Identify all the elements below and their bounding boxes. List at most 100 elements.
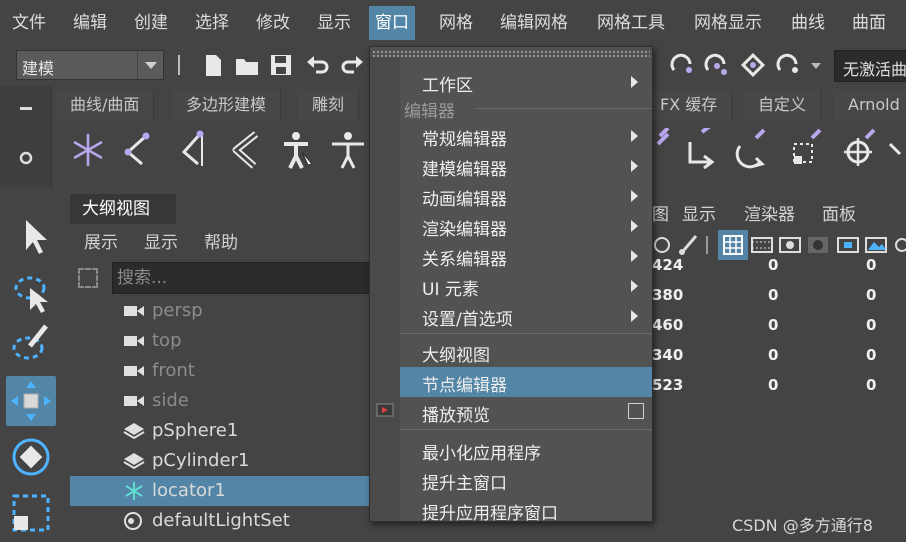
chevron-down-icon[interactable] <box>808 52 824 78</box>
point-constraint-icon[interactable] <box>680 128 724 172</box>
outliner-row-top[interactable]: top <box>70 326 370 356</box>
snap-view-icon[interactable] <box>740 52 766 78</box>
ik-handle-icon[interactable] <box>172 128 216 172</box>
menu-modify[interactable]: 修改 <box>256 6 290 40</box>
film-gate-icon[interactable] <box>750 234 774 256</box>
skeleton-t-icon[interactable] <box>326 128 366 172</box>
section-divider <box>476 108 652 109</box>
panel-menu-display[interactable]: 显示 <box>682 200 716 225</box>
snap-live-icon[interactable] <box>776 52 802 78</box>
menu-item-label: 最小化应用程序 <box>422 444 541 464</box>
outliner-tab[interactable]: 大纲视图 <box>70 194 176 224</box>
menu-edit-mesh[interactable]: 编辑网格 <box>500 6 568 40</box>
tear-off-handle[interactable] <box>372 50 650 58</box>
brush-icon[interactable] <box>676 234 698 256</box>
menu-surfaces[interactable]: 曲面 <box>852 6 886 40</box>
aim-constraint-icon[interactable] <box>840 128 884 172</box>
shelf-tab-poly-modeling[interactable]: 多边形建模 <box>172 90 282 120</box>
save-icon[interactable] <box>268 52 294 78</box>
outliner-search[interactable] <box>112 262 370 294</box>
menu-edit[interactable]: 编辑 <box>73 6 107 40</box>
shelf-tab-arnold[interactable]: Arnold <box>834 90 906 120</box>
menu-item-rendering-editors[interactable]: 渲染编辑器 <box>400 211 652 241</box>
panel-menu-panels[interactable]: 面板 <box>822 200 856 225</box>
undo-icon[interactable] <box>304 52 330 78</box>
redo-icon[interactable] <box>340 52 366 78</box>
menu-item-node-editor[interactable]: 节点编辑器 <box>400 367 652 397</box>
menu-item-raise-app-windows[interactable]: 提升应用程序窗口 <box>400 495 652 525</box>
skeleton-icon[interactable] <box>276 128 320 172</box>
new-scene-icon[interactable] <box>200 52 226 78</box>
outliner-row-locator1[interactable]: locator1 <box>70 476 370 506</box>
outliner-row-front[interactable]: front <box>70 356 370 386</box>
shelf-tab-curves[interactable]: 曲线/曲面 <box>56 90 155 120</box>
menu-item-raise-main-window[interactable]: 提升主窗口 <box>400 465 652 495</box>
menu-curves[interactable]: 曲线 <box>791 6 825 40</box>
locator-tool-icon[interactable] <box>66 128 110 172</box>
shelf-tab-sculpt[interactable]: 雕刻 <box>298 90 360 120</box>
gear-icon[interactable] <box>18 150 34 166</box>
shelf-tab-custom[interactable]: 自定义 <box>744 90 822 120</box>
outliner-row-defaultlightset[interactable]: defaultLightSet <box>70 506 370 536</box>
option-box-checkbox[interactable] <box>628 403 644 419</box>
constraint-icon[interactable] <box>650 128 680 172</box>
live-object-field[interactable]: 无激活曲 <box>834 50 906 82</box>
panel-menu-renderer[interactable]: 渲染器 <box>744 200 795 225</box>
scale-tool-icon[interactable] <box>6 488 56 538</box>
outliner-menu-show[interactable]: 展示 <box>84 228 118 253</box>
menu-mesh[interactable]: 网格 <box>439 6 473 40</box>
open-folder-icon[interactable] <box>234 52 260 78</box>
resolution-gate-icon[interactable] <box>778 234 802 256</box>
orient-constraint-icon[interactable] <box>730 128 774 172</box>
chevron-right-icon[interactable] <box>886 128 906 172</box>
lighting-icon[interactable] <box>864 234 888 256</box>
circle-toggle-icon[interactable] <box>892 234 906 256</box>
ik-spline-icon[interactable] <box>226 128 270 172</box>
mode-select[interactable]: 建模 <box>16 50 164 80</box>
outliner-row-pcylinder1[interactable]: pCylinder1 <box>70 446 370 476</box>
outliner-row-persp[interactable]: persp <box>70 296 370 326</box>
menu-item-minimize-app[interactable]: 最小化应用程序 <box>400 435 652 465</box>
menu-mesh-display[interactable]: 网格显示 <box>694 6 762 40</box>
minus-icon[interactable] <box>18 100 34 116</box>
panel-menu-graph[interactable]: 图 <box>652 200 669 225</box>
menu-item-outliner[interactable]: 大纲视图 <box>400 337 652 367</box>
select-tool-icon[interactable] <box>6 208 56 258</box>
grid-toggle[interactable] <box>718 230 748 260</box>
menu-window[interactable]: 窗口 <box>369 6 415 40</box>
filter-icon[interactable] <box>78 268 98 288</box>
paint-select-tool-icon[interactable] <box>6 320 56 370</box>
lasso-tool-icon[interactable] <box>6 266 56 316</box>
shelf-tab-fx-cache[interactable]: FX 缓存 <box>646 90 733 120</box>
camera-attr-icon[interactable] <box>652 234 672 256</box>
menu-item-label: 常规编辑器 <box>422 130 507 150</box>
menu-item-animation-editors[interactable]: 动画编辑器 <box>400 181 652 211</box>
menu-item-workspaces[interactable]: 工作区 <box>400 67 652 97</box>
menu-item-modeling-editors[interactable]: 建模编辑器 <box>400 151 652 181</box>
scale-constraint-icon[interactable] <box>786 128 830 172</box>
menu-item-playblast[interactable]: 播放预览 <box>400 397 652 427</box>
menu-item-settings-preferences[interactable]: 设置/首选项 <box>400 301 652 331</box>
outliner-menu-display[interactable]: 显示 <box>144 228 178 253</box>
snap-point-icon[interactable] <box>704 52 730 78</box>
move-tool[interactable] <box>6 376 56 426</box>
menu-item-relationship-editors[interactable]: 关系编辑器 <box>400 241 652 271</box>
rotate-tool-icon[interactable] <box>6 432 56 482</box>
menu-file[interactable]: 文件 <box>12 6 46 40</box>
menu-item-ui-elements[interactable]: UI 元素 <box>400 271 652 301</box>
outliner-row-psphere1[interactable]: pSphere1 <box>70 416 370 446</box>
menu-select[interactable]: 选择 <box>195 6 229 40</box>
menu-item-general-editors[interactable]: 常规编辑器 <box>400 121 652 151</box>
texture-icon[interactable] <box>836 234 860 256</box>
shaded-icon[interactable] <box>806 234 830 256</box>
menu-mesh-tools[interactable]: 网格工具 <box>597 6 665 40</box>
cell-value: 0 <box>866 346 877 364</box>
cluster-tool-icon[interactable] <box>116 128 160 172</box>
snap-curve-icon[interactable] <box>670 52 696 78</box>
outliner-row-side[interactable]: side <box>70 386 370 416</box>
menu-create[interactable]: 创建 <box>134 6 168 40</box>
menu-display[interactable]: 显示 <box>317 6 351 40</box>
outliner-menu-help[interactable]: 帮助 <box>204 228 238 253</box>
search-input[interactable] <box>117 266 357 290</box>
playblast-icon <box>376 403 394 417</box>
